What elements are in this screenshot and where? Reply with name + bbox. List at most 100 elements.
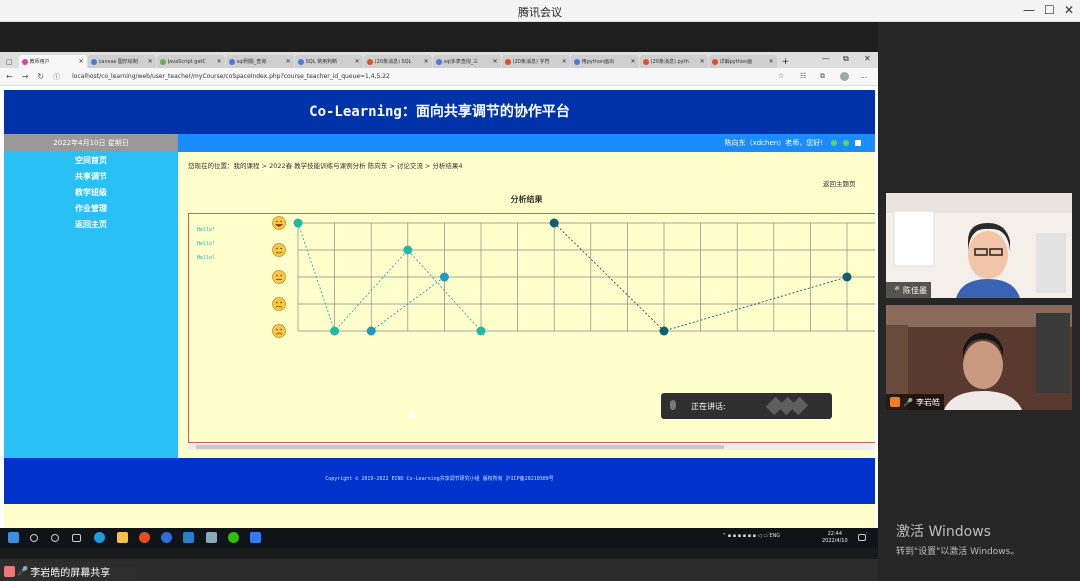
- user-bar: 陈向东（xdchen）老师，您好!: [178, 134, 875, 152]
- sweating-face-eye: [280, 301, 282, 304]
- tab-close-icon[interactable]: ✕: [631, 58, 636, 65]
- video-tile-2[interactable]: 🎤 李岩皓: [886, 305, 1072, 410]
- forward-icon[interactable]: →: [22, 72, 29, 81]
- data-point[interactable]: [549, 218, 559, 228]
- sweating-face-eye: [276, 301, 278, 304]
- language-indicator[interactable]: ENG: [769, 533, 780, 539]
- logout-icon[interactable]: [855, 140, 861, 146]
- mic-icon: 🎤: [890, 285, 900, 295]
- wechat-icon[interactable]: [228, 532, 239, 543]
- back-to-topic-link[interactable]: 返回主题页: [823, 178, 856, 188]
- clock[interactable]: 22:44 2022/4/10: [822, 531, 848, 545]
- notification-icon[interactable]: [858, 534, 866, 541]
- clock-time: 22:44: [827, 531, 843, 537]
- menu-item-homework[interactable]: 作业管理: [4, 200, 178, 216]
- browser-window: ▢ 教师用户 ✕ canvas 图形绘制 ✕ JavaScript getC ✕ sql例题…: [0, 52, 878, 528]
- participant-name-tag: 🎤 陈佳墨: [886, 282, 931, 298]
- activate-windows-watermark: 激活 Windows 转到"设置"以激活 Windows。: [896, 521, 1019, 557]
- share-badge-icon: [4, 566, 15, 577]
- refresh-icon[interactable]: ↻: [37, 72, 44, 81]
- browser-tab[interactable]: (20条消息) pyth ✕: [639, 55, 708, 68]
- browser-tab[interactable]: 用python画出 ✕: [570, 55, 639, 68]
- greeting: 陈向东（xdchen）老师，您好!: [724, 139, 823, 147]
- browser-tab[interactable]: canvas 图形绘制 ✕: [87, 55, 156, 68]
- data-point[interactable]: [366, 326, 376, 336]
- minimize-icon[interactable]: —: [1023, 3, 1035, 17]
- tab-close-icon[interactable]: ✕: [700, 58, 705, 65]
- menu-item-return-home[interactable]: 返回主页: [4, 216, 178, 232]
- menu-item-space-home[interactable]: 空间首页: [4, 152, 178, 168]
- data-point[interactable]: [330, 326, 340, 336]
- vscode-icon[interactable]: [183, 532, 194, 543]
- cortana-icon[interactable]: [51, 534, 59, 542]
- refresh-page-icon[interactable]: [843, 140, 849, 146]
- info-icon[interactable]: ⓘ: [53, 72, 60, 82]
- browser-tab[interactable]: (20条消息) 字符 ✕: [501, 55, 570, 68]
- participant-name: 陈佳墨: [902, 285, 927, 295]
- tab-close-icon[interactable]: ✕: [424, 58, 429, 65]
- chrome-icon[interactable]: [139, 532, 150, 543]
- notepad-icon[interactable]: [206, 532, 217, 543]
- scrollbar-thumb[interactable]: [196, 445, 724, 449]
- data-point[interactable]: [842, 272, 852, 282]
- site-banner: Co-Learning：面向共享调节的协作平台: [4, 90, 875, 134]
- new-tab-button[interactable]: +: [782, 57, 790, 67]
- legend-entry: Hello!: [197, 255, 215, 261]
- ie-icon[interactable]: [161, 532, 172, 543]
- video-tile-1[interactable]: 🎤 陈佳墨: [886, 193, 1072, 298]
- url-field[interactable]: localhost/co_learning/web/user_teacher/m…: [72, 73, 390, 80]
- data-point[interactable]: [439, 272, 449, 282]
- profile-avatar[interactable]: [840, 72, 849, 81]
- browser-close-icon[interactable]: ✕: [864, 54, 871, 63]
- tab-close-icon[interactable]: ✕: [769, 58, 774, 65]
- video-panel: [878, 22, 1080, 581]
- browser-minimize-icon[interactable]: —: [822, 54, 830, 63]
- tab-close-icon[interactable]: ✕: [355, 58, 360, 65]
- home-icon[interactable]: [831, 140, 837, 146]
- browser-tab[interactable]: JavaScript getC ✕: [156, 55, 225, 68]
- tab-close-icon[interactable]: ✕: [79, 58, 84, 65]
- file-explorer-icon[interactable]: [117, 532, 128, 543]
- tab-close-icon[interactable]: ✕: [217, 58, 222, 65]
- tab-close-icon[interactable]: ✕: [562, 58, 567, 65]
- smiling-face-eye: [280, 247, 282, 250]
- more-icon[interactable]: …: [860, 72, 867, 80]
- search-icon[interactable]: [30, 534, 38, 542]
- menu-item-teaching-class[interactable]: 教学班级: [4, 184, 178, 200]
- browser-tab[interactable]: SQL 常用判断 ✕: [294, 55, 363, 68]
- neutral-face-eye: [280, 274, 282, 277]
- tab-label: (20条消息) SQL: [374, 59, 412, 65]
- close-icon[interactable]: ✕: [1064, 3, 1074, 17]
- menu-item-shared-regulation[interactable]: 共享调节: [4, 168, 178, 184]
- collections-icon[interactable]: ☷: [800, 72, 806, 80]
- system-tray[interactable]: ^ ▪ ▪ ▪ ▪ ▪ ▪ ◁ ▭ ENG: [722, 533, 780, 539]
- data-point[interactable]: [476, 326, 486, 336]
- favorite-icon[interactable]: ☆: [778, 72, 784, 80]
- tab-close-icon[interactable]: ✕: [286, 58, 291, 65]
- windows-start-icon[interactable]: [8, 532, 19, 543]
- back-icon[interactable]: ←: [6, 72, 13, 81]
- browser-tab[interactable]: 教师用户 ✕: [18, 55, 87, 68]
- data-point[interactable]: [403, 245, 413, 255]
- data-point[interactable]: [659, 326, 669, 336]
- mic-icon: 🎤: [903, 397, 913, 407]
- task-view-icon[interactable]: [72, 534, 81, 542]
- tencent-meeting-icon[interactable]: [250, 532, 261, 543]
- extensions-icon[interactable]: ⧉: [820, 72, 825, 81]
- maximize-icon[interactable]: ☐: [1044, 3, 1055, 17]
- tab-favicon-icon: [711, 58, 718, 65]
- data-point[interactable]: [293, 218, 303, 228]
- tab-close-icon[interactable]: ✕: [493, 58, 498, 65]
- edge-icon[interactable]: [94, 532, 105, 543]
- browser-tab[interactable]: (20条消息) SQL ✕: [363, 55, 432, 68]
- tab-favicon-icon: [21, 58, 28, 65]
- copyright-text: Copyright © 2019-2022 ECNU Co-Learning共享…: [325, 476, 554, 482]
- neutral-face-icon: [272, 270, 286, 284]
- browser-maximize-icon[interactable]: ⧉: [843, 54, 849, 64]
- browser-tab[interactable]: sql例题_查询 ✕: [225, 55, 294, 68]
- tab-actions-icon[interactable]: ▢: [6, 58, 13, 66]
- horizontal-scrollbar[interactable]: [188, 444, 875, 450]
- tab-close-icon[interactable]: ✕: [148, 58, 153, 65]
- browser-tab[interactable]: sql多表查询_三 ✕: [432, 55, 501, 68]
- browser-tab[interactable]: 详解python画 ✕: [708, 55, 777, 68]
